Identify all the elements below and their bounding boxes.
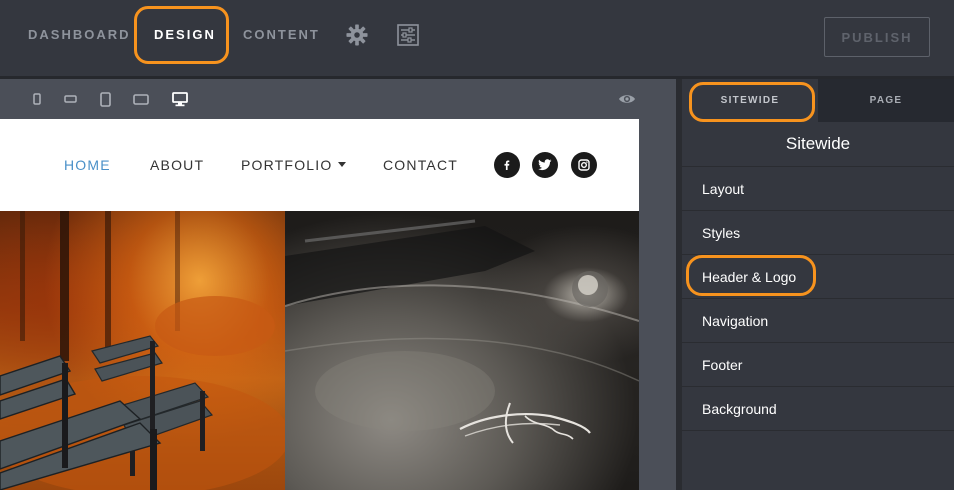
panel-item-footer[interactable]: Footer bbox=[682, 343, 954, 387]
nav-content[interactable]: CONTENT bbox=[243, 27, 320, 43]
panel-item-navigation[interactable]: Navigation bbox=[682, 299, 954, 343]
vintage-car-photo bbox=[285, 211, 639, 490]
preview-toolbar bbox=[0, 79, 676, 119]
site-nav-home[interactable]: HOME bbox=[64, 157, 111, 173]
phone-landscape-icon[interactable] bbox=[60, 79, 80, 119]
design-panel: SITEWIDE PAGE Sitewide Layout Styles Hea… bbox=[682, 79, 954, 490]
sitewide-highlight-ring bbox=[689, 82, 815, 122]
site-nav-portfolio[interactable]: PORTFOLIO bbox=[241, 157, 347, 175]
site-nav-about[interactable]: ABOUT bbox=[150, 157, 204, 173]
site-nav-portfolio-label: PORTFOLIO bbox=[241, 157, 333, 173]
panel-title: Sitewide bbox=[682, 122, 954, 167]
header-logo-highlight-ring bbox=[686, 255, 816, 296]
panel-item-layout[interactable]: Layout bbox=[682, 167, 954, 211]
site-nav-contact[interactable]: CONTACT bbox=[383, 157, 458, 173]
site-header: HOME ABOUT PORTFOLIO CONTACT bbox=[0, 119, 639, 211]
facebook-icon[interactable] bbox=[494, 152, 520, 178]
tab-page[interactable]: PAGE bbox=[818, 79, 954, 122]
nav-dashboard[interactable]: DASHBOARD bbox=[28, 27, 131, 43]
caret-down-icon bbox=[338, 162, 347, 168]
publish-button[interactable]: PUBLISH bbox=[824, 17, 930, 57]
tablet-portrait-icon[interactable] bbox=[95, 79, 115, 119]
eye-icon[interactable] bbox=[616, 79, 638, 119]
twitter-icon[interactable] bbox=[532, 152, 558, 178]
design-highlight-ring bbox=[134, 6, 229, 64]
sliders-icon[interactable] bbox=[397, 24, 419, 46]
preview-gutter bbox=[639, 119, 676, 490]
panel-item-background[interactable]: Background bbox=[682, 387, 954, 431]
panel-item-styles[interactable]: Styles bbox=[682, 211, 954, 255]
desktop-icon[interactable] bbox=[169, 79, 191, 119]
phone-portrait-icon[interactable] bbox=[28, 79, 46, 119]
site-preview: HOME ABOUT PORTFOLIO CONTACT bbox=[0, 119, 639, 490]
gear-icon[interactable] bbox=[346, 24, 368, 46]
instagram-icon[interactable] bbox=[571, 152, 597, 178]
autumn-park-photo bbox=[0, 211, 285, 490]
tablet-landscape-icon[interactable] bbox=[130, 79, 152, 119]
